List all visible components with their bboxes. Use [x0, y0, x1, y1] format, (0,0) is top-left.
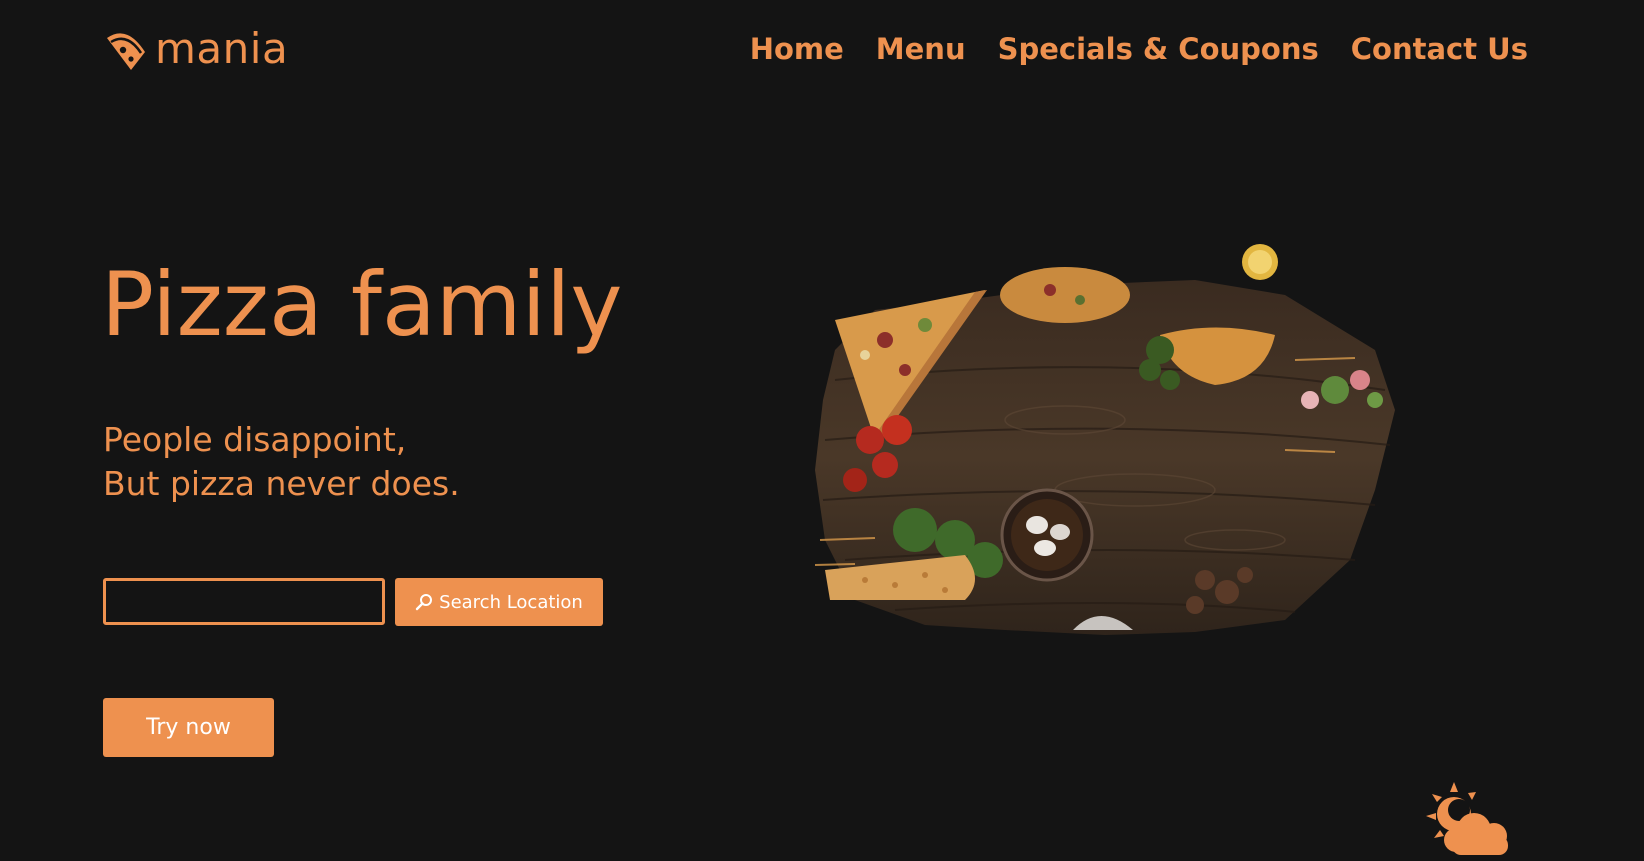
- partly-cloudy-icon[interactable]: [1424, 780, 1516, 860]
- main-nav: Home Menu Specials & Coupons Contact Us: [750, 28, 1528, 70]
- location-search-input[interactable]: [103, 578, 385, 625]
- try-now-button[interactable]: Try now: [103, 698, 274, 757]
- search-location-label: Search Location: [439, 591, 583, 613]
- hero-title: Pizza family: [101, 253, 623, 356]
- search-location-button[interactable]: Search Location: [395, 578, 603, 626]
- tagline-line-1: People disappoint,: [103, 420, 407, 459]
- nav-item-specials[interactable]: Specials & Coupons: [998, 28, 1319, 70]
- nav-item-menu[interactable]: Menu: [876, 28, 966, 70]
- brand-name: mania: [155, 24, 289, 73]
- landing-page: mania Home Menu Specials & Coupons Conta…: [0, 0, 1644, 861]
- pizza-slice-icon: [101, 26, 149, 72]
- search-icon: [415, 593, 433, 611]
- nav-item-contact[interactable]: Contact Us: [1351, 28, 1528, 70]
- pizza-table-spread-image: [815, 240, 1445, 665]
- nav-item-home[interactable]: Home: [750, 28, 844, 70]
- tagline-line-2: But pizza never does.: [103, 464, 460, 503]
- hero-tagline: People disappoint, But pizza never does.: [103, 418, 460, 506]
- brand-logo[interactable]: mania: [101, 22, 288, 76]
